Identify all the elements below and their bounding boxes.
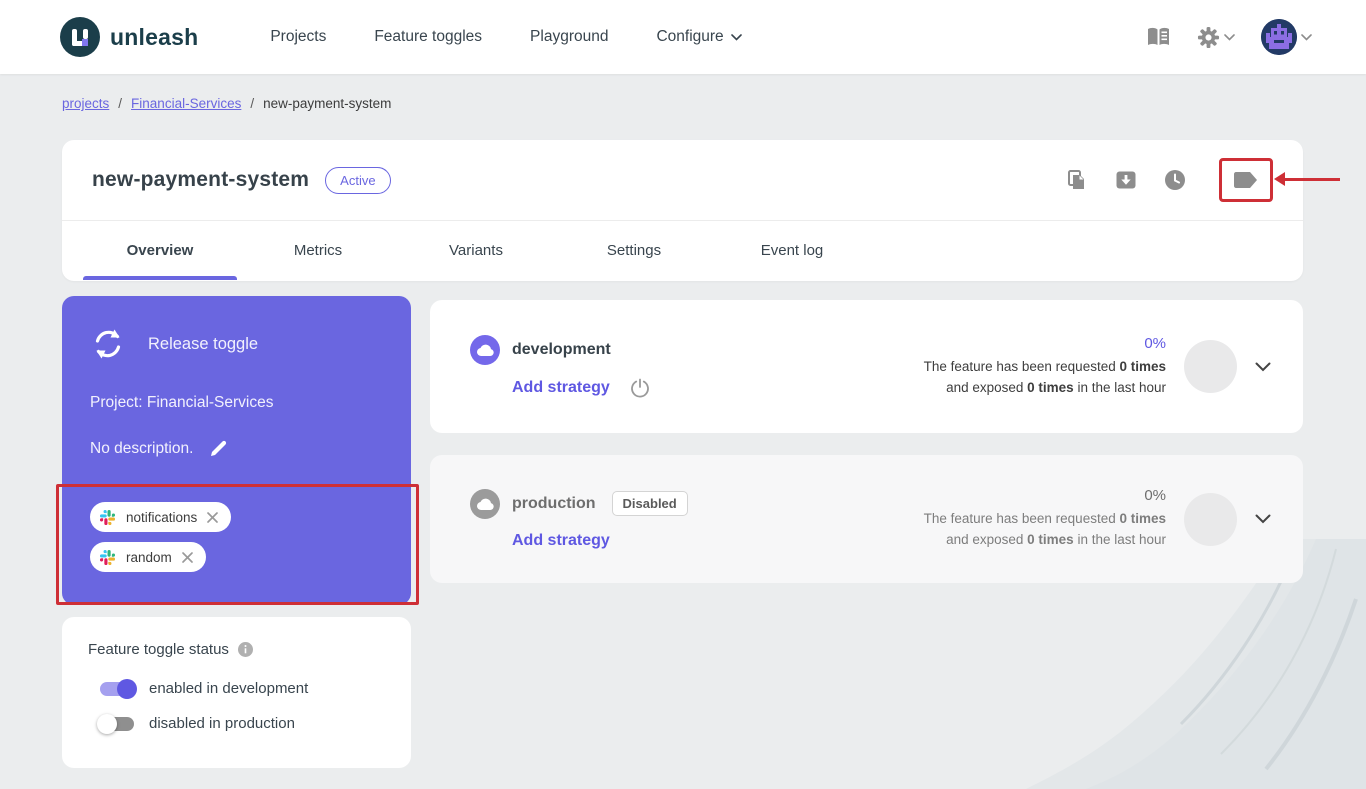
gear-icon xyxy=(1197,26,1220,49)
tag-icon[interactable] xyxy=(1233,169,1259,191)
cycle-arrows-icon xyxy=(90,326,126,362)
nav-feature-toggles[interactable]: Feature toggles xyxy=(374,28,482,46)
top-navigation-bar: unleash Projects Feature toggles Playgro… xyxy=(0,0,1366,74)
remove-tag-icon[interactable] xyxy=(206,511,219,524)
feature-tabs: Overview Metrics Variants Settings Event… xyxy=(62,221,1303,280)
tab-variants[interactable]: Variants xyxy=(397,221,555,280)
breadcrumb-projects[interactable]: projects xyxy=(62,96,109,111)
nav-projects[interactable]: Projects xyxy=(270,28,326,46)
tag-chip-label: random xyxy=(126,550,172,565)
toggle-development-switch[interactable] xyxy=(100,682,134,696)
tag-icon-highlight-box xyxy=(1219,158,1273,202)
breadcrumb-current: new-payment-system xyxy=(263,96,391,111)
nav-configure[interactable]: Configure xyxy=(656,28,741,46)
user-avatar xyxy=(1261,19,1297,55)
breadcrumb: projects / Financial-Services / new-paym… xyxy=(62,96,391,111)
chevron-down-icon xyxy=(1301,34,1312,41)
tab-settings[interactable]: Settings xyxy=(555,221,713,280)
stats-line2: and exposed 0 times in the last hour xyxy=(924,530,1166,551)
tab-metrics[interactable]: Metrics xyxy=(239,221,397,280)
breadcrumb-separator: / xyxy=(250,96,254,111)
add-strategy-link[interactable]: Add strategy xyxy=(512,532,610,550)
environment-name: production xyxy=(512,495,596,513)
info-icon[interactable] xyxy=(238,642,253,657)
breadcrumb-project[interactable]: Financial-Services xyxy=(131,96,241,111)
toggle-type-label: Release toggle xyxy=(148,335,258,354)
slack-icon xyxy=(98,548,117,567)
documentation-book-icon[interactable] xyxy=(1146,27,1171,47)
archive-icon[interactable] xyxy=(1115,169,1137,191)
tag-chip: notifications xyxy=(90,502,231,532)
expand-environment-icon[interactable] xyxy=(1255,362,1271,372)
metrics-donut-placeholder xyxy=(1184,493,1237,546)
stats-line1: The feature has been requested 0 times xyxy=(924,357,1166,378)
feature-toggle-status-card: Feature toggle status enabled in develop… xyxy=(62,617,411,768)
exposure-percent: 0% xyxy=(924,487,1166,504)
disabled-badge: Disabled xyxy=(612,491,688,516)
annotation-arrow xyxy=(1285,178,1340,181)
logo-text: unleash xyxy=(110,24,198,51)
history-clock-icon[interactable] xyxy=(1164,169,1186,191)
environment-card-development: development Add strategy 0% The feature … xyxy=(430,300,1303,433)
add-strategy-link[interactable]: Add strategy xyxy=(512,379,610,397)
chevron-down-icon xyxy=(731,34,742,41)
tab-overview[interactable]: Overview xyxy=(81,221,239,280)
cloud-icon xyxy=(470,489,500,519)
copy-icon[interactable] xyxy=(1066,169,1088,191)
exposure-percent: 0% xyxy=(924,335,1166,352)
user-menu[interactable] xyxy=(1261,19,1312,55)
remove-tag-icon[interactable] xyxy=(181,551,194,564)
feature-header-card: new-payment-system Active xyxy=(62,140,1303,281)
unleash-logo-icon xyxy=(60,17,100,57)
primary-nav: Projects Feature toggles Playground Conf… xyxy=(270,28,741,46)
cloud-icon xyxy=(470,335,500,365)
chevron-down-icon xyxy=(1224,34,1235,41)
nav-configure-label: Configure xyxy=(656,28,723,46)
tag-chip-list: notifications random xyxy=(90,502,383,572)
environment-card-production: production Disabled Add strategy 0% The … xyxy=(430,455,1303,583)
stats-line2: and exposed 0 times in the last hour xyxy=(924,378,1166,399)
status-card-title: Feature toggle status xyxy=(88,641,229,658)
toggle-production-switch[interactable] xyxy=(100,717,134,731)
switch-label: disabled in production xyxy=(149,715,295,732)
breadcrumb-separator: / xyxy=(118,96,122,111)
settings-gear-menu[interactable] xyxy=(1197,26,1235,49)
page-title: new-payment-system xyxy=(92,168,309,192)
nav-playground[interactable]: Playground xyxy=(530,28,608,46)
toggle-info-card: Release toggle Project: Financial-Servic… xyxy=(62,296,411,605)
stats-line1: The feature has been requested 0 times xyxy=(924,509,1166,530)
project-line: Project: Financial-Services xyxy=(90,394,383,412)
switch-label: enabled in development xyxy=(149,680,308,697)
pencil-icon[interactable] xyxy=(209,439,228,458)
tag-chip-label: notifications xyxy=(126,510,197,525)
metrics-donut-placeholder xyxy=(1184,340,1237,393)
expand-environment-icon[interactable] xyxy=(1255,514,1271,524)
power-icon[interactable] xyxy=(630,378,650,398)
environment-name: development xyxy=(512,341,611,359)
tag-chip: random xyxy=(90,542,206,572)
description-text: No description. xyxy=(90,440,193,458)
unleash-logo[interactable]: unleash xyxy=(60,17,198,57)
status-badge: Active xyxy=(325,167,390,194)
tab-event-log[interactable]: Event log xyxy=(713,221,871,280)
slack-icon xyxy=(98,508,117,527)
